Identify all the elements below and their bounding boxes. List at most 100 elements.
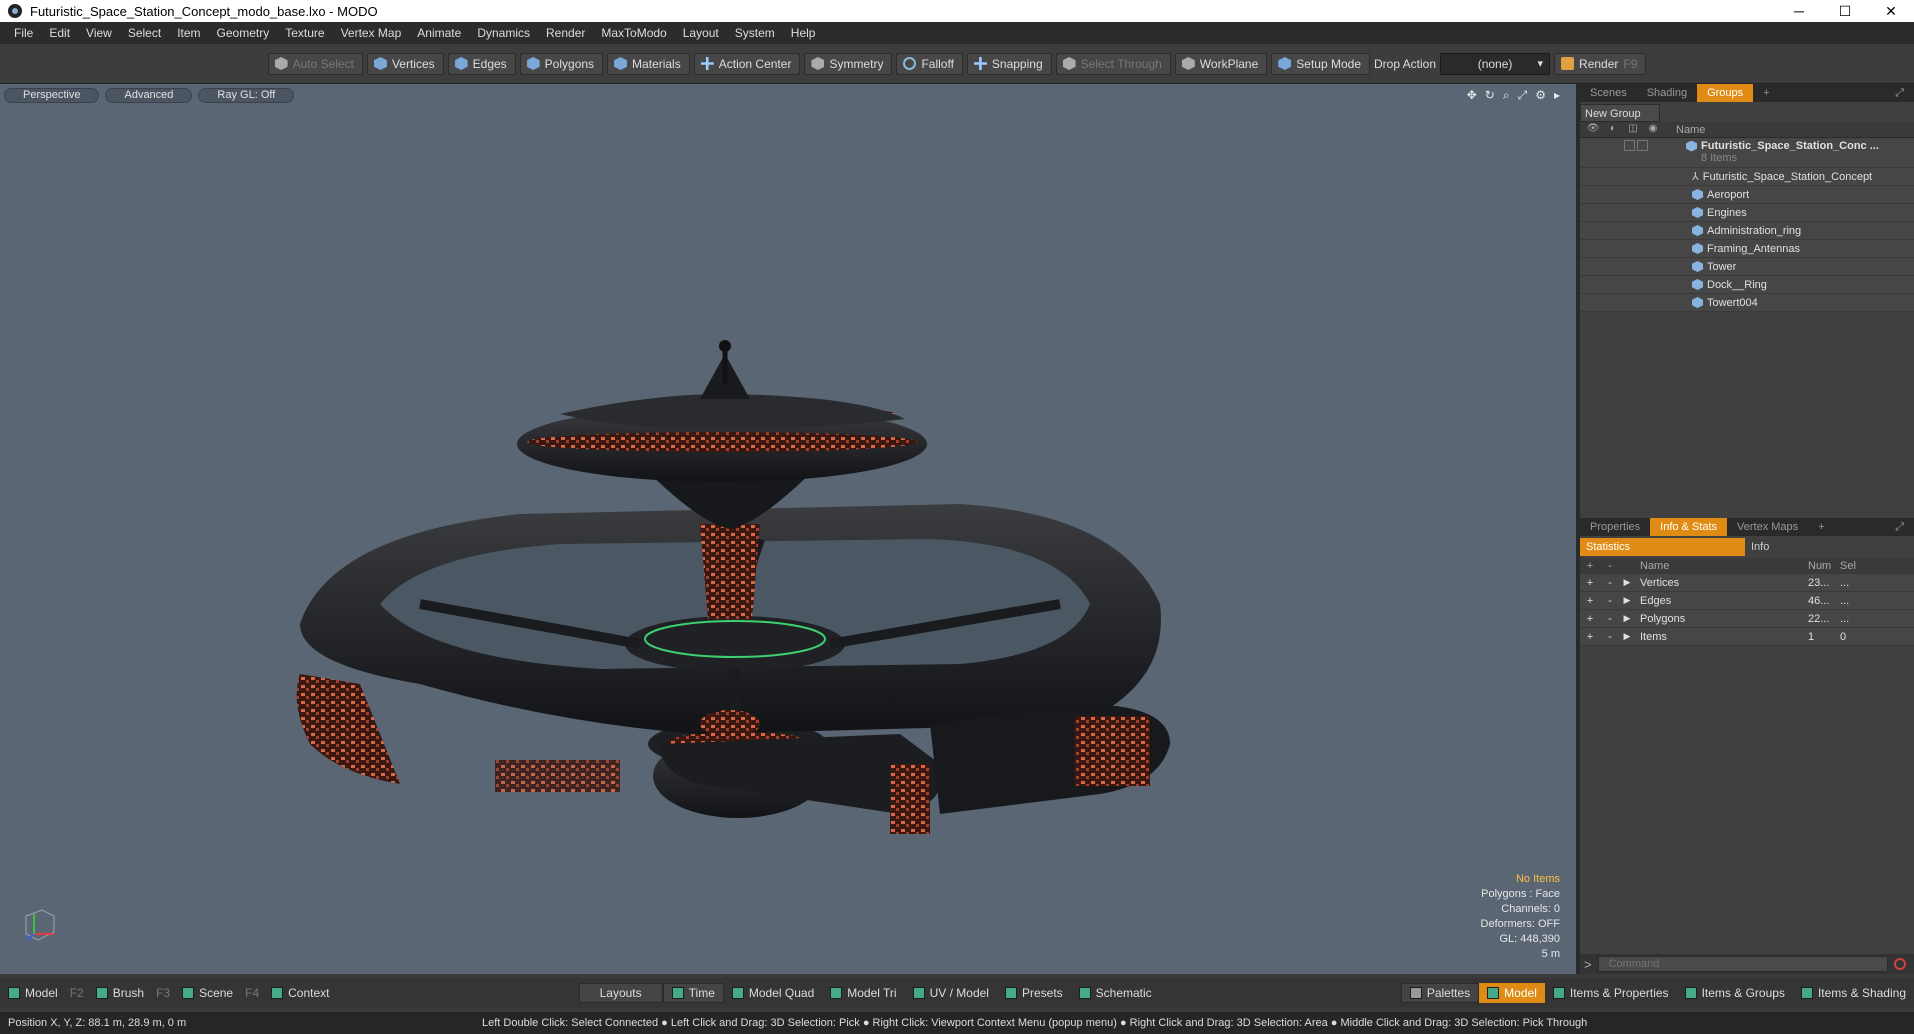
model-layout-button[interactable]: Model: [0, 983, 66, 1003]
list-item[interactable]: Tower: [1580, 258, 1914, 276]
root-lock-checkbox[interactable]: [1624, 140, 1635, 151]
list-item[interactable]: Dock__Ring: [1580, 276, 1914, 294]
items-properties-button[interactable]: Items & Properties: [1545, 983, 1677, 1003]
materials-button[interactable]: Materials: [607, 52, 690, 75]
tab-properties[interactable]: Properties: [1580, 518, 1650, 536]
layout-bar: Model F2 Brush F3 Scene F4 Context Layou…: [0, 978, 1914, 1008]
list-item[interactable]: Framing_Antennas: [1580, 240, 1914, 258]
select-through-button[interactable]: Select Through: [1055, 52, 1171, 75]
workplane-button[interactable]: WorkPlane: [1174, 52, 1268, 75]
collapse-all-icon[interactable]: -: [1600, 560, 1620, 572]
menu-vertex-map[interactable]: Vertex Map: [333, 26, 410, 40]
expand-arrow-icon[interactable]: ▶: [1620, 631, 1634, 642]
render-toggle-icon[interactable]: ◐: [1604, 123, 1622, 137]
table-row[interactable]: + - ▶ Polygons 22......: [1580, 610, 1914, 628]
table-row[interactable]: + - ▶ Items 1 0: [1580, 628, 1914, 646]
menu-geometry[interactable]: Geometry: [209, 26, 278, 40]
list-item[interactable]: Administration_ring: [1580, 222, 1914, 240]
model-active-button[interactable]: Model: [1479, 983, 1545, 1003]
time-button[interactable]: Time: [662, 983, 724, 1003]
snapping-button[interactable]: Snapping: [966, 52, 1052, 75]
select-toggle-icon[interactable]: ◉: [1644, 123, 1662, 137]
tab-groups[interactable]: Groups: [1697, 84, 1754, 102]
expand-arrow-icon[interactable]: ▶: [1620, 577, 1634, 588]
menu-layout[interactable]: Layout: [675, 26, 727, 40]
schematic-button[interactable]: Schematic: [1071, 983, 1160, 1003]
panel-expand-icon[interactable]: ⤢: [1885, 518, 1914, 536]
action-center-button[interactable]: Action Center: [693, 52, 801, 75]
expand-arrow-icon[interactable]: ▶: [1620, 613, 1634, 624]
minus-icon[interactable]: -: [1600, 631, 1620, 643]
new-group-button[interactable]: New Group: [1580, 104, 1660, 122]
polygons-button[interactable]: Polygons: [519, 52, 604, 75]
uv-model-button[interactable]: UV / Model: [905, 983, 997, 1003]
command-record-icon[interactable]: [1893, 958, 1906, 970]
menu-file[interactable]: File: [6, 26, 41, 40]
items-groups-button[interactable]: Items & Groups: [1677, 983, 1793, 1003]
root-visibility-icon[interactable]: [1584, 140, 1602, 154]
menu-texture[interactable]: Texture: [277, 26, 332, 40]
drop-action-select[interactable]: (none): [1440, 52, 1551, 75]
table-row[interactable]: + - ▶ Edges 46......: [1580, 592, 1914, 610]
table-row[interactable]: + - ▶ Vertices 23......: [1580, 574, 1914, 592]
visibility-eye-icon[interactable]: 👁: [1584, 123, 1602, 137]
auto-select-button[interactable]: Auto Select: [267, 52, 363, 75]
menu-dynamics[interactable]: Dynamics: [469, 26, 538, 40]
tab-statistics[interactable]: Statistics: [1580, 538, 1745, 556]
minimize-button[interactable]: ─: [1776, 0, 1822, 22]
vertices-button[interactable]: Vertices: [366, 52, 444, 75]
model-tri-button[interactable]: Model Tri: [822, 983, 904, 1003]
items-shading-button[interactable]: Items & Shading: [1793, 983, 1914, 1003]
brush-layout-button[interactable]: Brush: [88, 983, 152, 1003]
plus-icon[interactable]: +: [1580, 595, 1600, 607]
menu-maxtomodo[interactable]: MaxToModo: [593, 26, 674, 40]
list-item[interactable]: Aeroport: [1580, 186, 1914, 204]
menu-system[interactable]: System: [727, 26, 783, 40]
minus-icon[interactable]: -: [1600, 577, 1620, 589]
panel-expand-icon[interactable]: ⤢: [1885, 84, 1914, 102]
tab-scenes[interactable]: Scenes: [1580, 84, 1637, 102]
menu-render[interactable]: Render: [538, 26, 593, 40]
command-input[interactable]: [1597, 956, 1888, 972]
palettes-button[interactable]: Palettes: [1400, 983, 1480, 1003]
presets-button[interactable]: Presets: [997, 983, 1071, 1003]
render-button[interactable]: Render F9: [1554, 52, 1647, 75]
minus-icon[interactable]: -: [1600, 595, 1620, 607]
menu-edit[interactable]: Edit: [41, 26, 78, 40]
menu-select[interactable]: Select: [120, 26, 169, 40]
symmetry-button[interactable]: Symmetry: [804, 52, 893, 75]
plus-icon[interactable]: +: [1580, 631, 1600, 643]
group-root-row[interactable]: Futuristic_Space_Station_Conc ... 8 Item…: [1580, 138, 1914, 168]
lock-icon[interactable]: ◫: [1624, 123, 1642, 137]
list-item[interactable]: Towert004: [1580, 294, 1914, 312]
menu-help[interactable]: Help: [783, 26, 824, 40]
add-tab-icon[interactable]: +: [1808, 518, 1834, 536]
context-layout-button[interactable]: Context: [263, 983, 337, 1003]
minus-icon[interactable]: -: [1600, 613, 1620, 625]
setup-mode-button[interactable]: Setup Mode: [1271, 52, 1370, 75]
expand-all-icon[interactable]: +: [1580, 560, 1600, 572]
maximize-button[interactable]: ☐: [1822, 0, 1868, 22]
edges-button[interactable]: Edges: [447, 52, 516, 75]
plus-icon[interactable]: +: [1580, 613, 1600, 625]
menu-animate[interactable]: Animate: [409, 26, 469, 40]
menu-view[interactable]: View: [78, 26, 120, 40]
model-quad-button[interactable]: Model Quad: [724, 983, 822, 1003]
expand-arrow-icon[interactable]: ▶: [1620, 595, 1634, 606]
menu-item[interactable]: Item: [169, 26, 208, 40]
scene-layout-button[interactable]: Scene: [174, 983, 241, 1003]
tab-info[interactable]: Info: [1745, 538, 1775, 556]
list-item[interactable]: ⅄ Futuristic_Space_Station_Concept: [1580, 168, 1914, 186]
list-item[interactable]: Engines: [1580, 204, 1914, 222]
root-select-checkbox[interactable]: [1637, 140, 1648, 151]
3d-viewport[interactable]: Perspective Advanced Ray GL: Off ✥ ↻ ⌕ ⤢…: [0, 84, 1580, 974]
add-tab-icon[interactable]: +: [1753, 84, 1779, 102]
plus-icon[interactable]: +: [1580, 577, 1600, 589]
tab-shading[interactable]: Shading: [1637, 84, 1697, 102]
tab-info-stats[interactable]: Info & Stats: [1650, 518, 1728, 536]
falloff-button[interactable]: Falloff: [896, 52, 963, 75]
root-render-icon[interactable]: [1604, 140, 1622, 154]
layouts-button[interactable]: Layouts: [578, 983, 663, 1003]
tab-vertex-maps[interactable]: Vertex Maps: [1727, 518, 1808, 536]
close-button[interactable]: ✕: [1868, 0, 1914, 22]
